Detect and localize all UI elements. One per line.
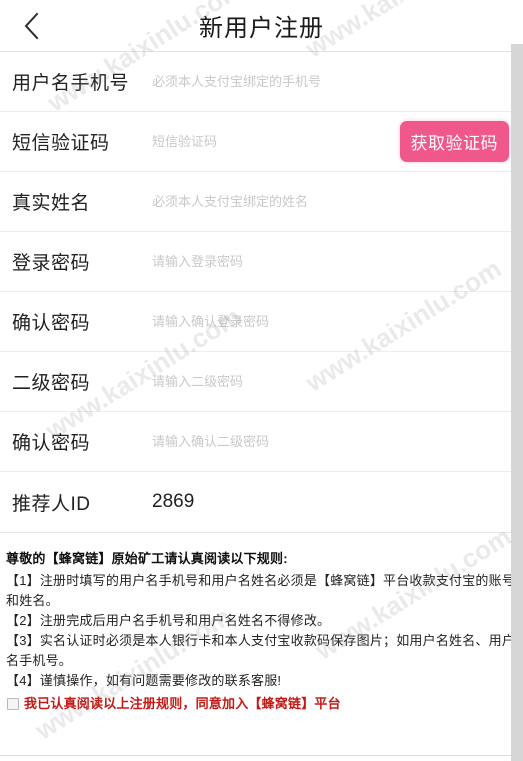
row-label: 确认密码 (12, 313, 91, 334)
bottom-divider (0, 755, 523, 756)
row-label: 用户名手机号 (12, 73, 130, 94)
row-field (152, 194, 509, 209)
row-field (152, 491, 509, 513)
agree-row[interactable]: 我已认真阅读以上注册规则，同意加入【蜂窝链】平台 (6, 694, 517, 714)
row-field (152, 74, 509, 89)
login-password-input[interactable] (152, 254, 509, 269)
form-row-real-name: 真实姓名 (0, 172, 523, 232)
vertical-scrollbar[interactable] (511, 0, 523, 761)
second-password-input[interactable] (152, 374, 509, 389)
back-button[interactable] (8, 0, 56, 52)
page-title: 新用户注册 (199, 15, 324, 42)
form-row-confirm-login-password: 确认密码 (0, 292, 523, 352)
registration-page: 新用户注册 用户名手机号 短信验证码 获取验证码 真实姓名 登录密码 (0, 0, 523, 761)
confirm-second-password-input[interactable] (152, 434, 509, 449)
registration-form: 用户名手机号 短信验证码 获取验证码 真实姓名 登录密码 确认密码 (0, 52, 523, 533)
row-field (152, 254, 509, 269)
rules-section: 尊敬的【蜂窝链】原始矿工请认真阅读以下规则: 【1】注册时填写的用户名手机号和用… (0, 533, 523, 714)
row-field (152, 314, 509, 329)
row-label: 推荐人ID (12, 493, 91, 515)
rule-item: 【2】注册完成后用户名手机号和用户名姓名不得修改。 (6, 613, 331, 628)
sms-code-input[interactable] (152, 134, 392, 149)
real-name-input[interactable] (152, 194, 509, 209)
form-row-username-phone: 用户名手机号 (0, 52, 523, 112)
get-verification-code-button[interactable]: 获取验证码 (399, 121, 509, 162)
username-phone-input[interactable] (152, 74, 509, 89)
form-row-sms-code: 短信验证码 获取验证码 (0, 112, 523, 172)
agree-checkbox[interactable] (7, 698, 19, 710)
form-row-second-password: 二级密码 (0, 352, 523, 412)
row-field (152, 434, 509, 449)
rule-item: 【4】谨慎操作，如有问题需要修改的联系客服! (6, 673, 282, 688)
chevron-left-icon (22, 10, 42, 42)
row-label: 短信验证码 (12, 133, 110, 154)
form-row-login-password: 登录密码 (0, 232, 523, 292)
row-label: 真实姓名 (12, 193, 91, 214)
referrer-id-input[interactable] (152, 491, 509, 513)
rule-item: 【1】注册时填写的用户名手机号和用户名姓名必须是【蜂窝链】平台收款支付宝的账号和… (6, 573, 516, 608)
row-label: 确认密码 (12, 433, 91, 454)
row-label: 二级密码 (12, 373, 91, 394)
agree-label: 我已认真阅读以上注册规则，同意加入【蜂窝链】平台 (24, 696, 341, 711)
form-row-referrer-id: 推荐人ID (0, 472, 523, 532)
rules-title: 尊敬的【蜂窝链】原始矿工请认真阅读以下规则: (6, 551, 288, 566)
row-label: 登录密码 (12, 253, 91, 274)
confirm-login-password-input[interactable] (152, 314, 509, 329)
page-header: 新用户注册 (0, 0, 523, 52)
form-row-confirm-second-password: 确认密码 (0, 412, 523, 472)
row-field (152, 374, 509, 389)
row-field (152, 134, 392, 149)
scrollbar-top-gap (511, 0, 523, 44)
rule-item: 【3】实名认证时必须是本人银行卡和本人支付宝收款码保存图片；如用户名姓名、用户名… (6, 633, 516, 668)
